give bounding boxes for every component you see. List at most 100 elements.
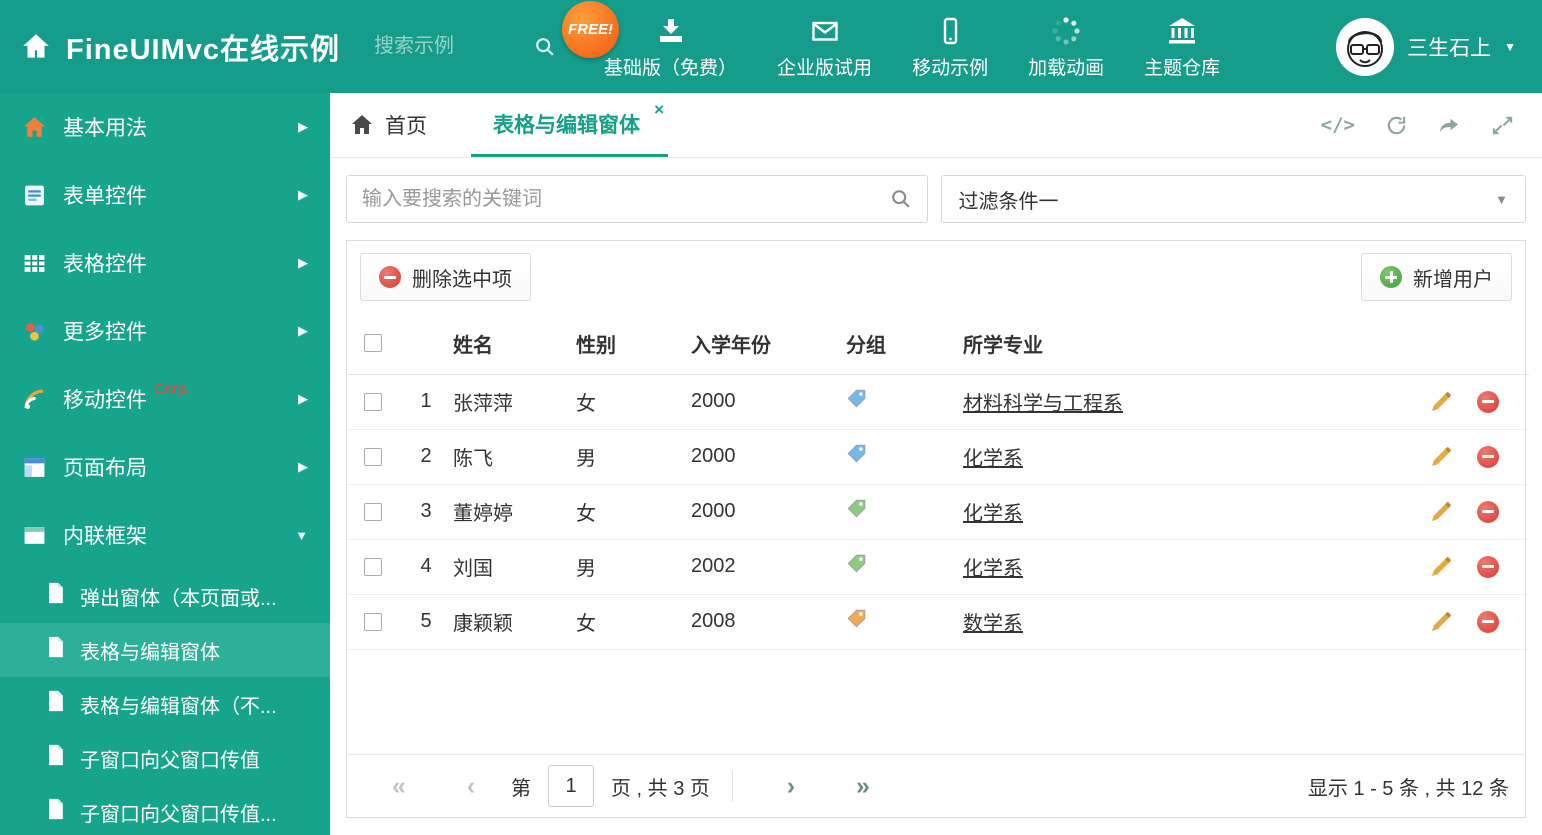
sidebar-item-grid-controls[interactable]: 表格控件 (0, 229, 330, 297)
nav-label: 企业版试用 (777, 57, 873, 79)
last-page-button[interactable] (827, 772, 899, 801)
sidebar-subitem-popup-window[interactable]: 弹出窗体（本页面或... (0, 569, 330, 623)
home-icon (22, 115, 47, 140)
forward-icon[interactable] (1438, 114, 1461, 137)
sidebar-subitem-grid-edit-window-2[interactable]: 表格与编辑窗体（不... (0, 677, 330, 731)
caret-right-icon (298, 323, 308, 339)
major-link[interactable]: 化学系 (963, 558, 1023, 580)
first-page-button[interactable] (363, 772, 435, 801)
nav-item-enterprise-trial[interactable]: 企业版试用 (777, 14, 872, 80)
nav-item-theme-store[interactable]: 主题仓库 (1144, 14, 1220, 80)
sidebar-item-mobile-controls[interactable]: 移动控件 Corp. (0, 365, 330, 433)
col-number (399, 313, 453, 375)
col-year: 入学年份 (691, 313, 846, 375)
refresh-icon[interactable] (1385, 114, 1408, 137)
delete-icon[interactable] (1477, 610, 1499, 633)
cell-year: 2008 (691, 594, 846, 650)
edit-icon[interactable] (1429, 445, 1453, 469)
keyword-search-input[interactable] (362, 187, 890, 211)
filter-dropdown[interactable]: 过滤条件一 (940, 175, 1526, 223)
search-icon[interactable] (890, 188, 912, 210)
button-label: 新增用户 (1413, 268, 1493, 291)
page-prefix: 第 (511, 777, 531, 800)
sidebar-item-more-controls[interactable]: 更多控件 (0, 297, 330, 365)
next-page-button[interactable] (755, 772, 827, 801)
row-checkbox[interactable] (364, 557, 382, 576)
delete-selected-button[interactable]: 删除选中项 (360, 253, 531, 301)
expand-icon[interactable] (1491, 114, 1514, 137)
major-link[interactable]: 化学系 (963, 448, 1023, 470)
tag-icon (846, 498, 867, 519)
row-number: 2 (399, 429, 453, 485)
row-checkbox[interactable] (364, 392, 382, 411)
main-content: 首页 表格与编辑窗体 × </> 输入要搜索的关键词 过滤条件一 ▼ 删除选中项… (330, 93, 1542, 835)
tab-grid-edit-window[interactable]: 表格与编辑窗体 (471, 93, 668, 157)
filter-row: 过滤条件一 (330, 158, 1542, 223)
sidebar-subitem-grid-edit-window[interactable]: 表格与编辑窗体 (0, 623, 330, 677)
tab-home[interactable]: 首页 (350, 93, 427, 157)
frame-icon (22, 523, 47, 548)
nav-item-mobile-demo[interactable]: 移动示例 (912, 14, 988, 80)
edit-icon[interactable] (1429, 500, 1453, 524)
edit-icon[interactable] (1429, 610, 1453, 634)
divider (731, 771, 733, 801)
sidebar-subitem-child-to-parent[interactable]: 子窗口向父窗口传值 (0, 731, 330, 785)
header-search-input[interactable] (374, 35, 525, 58)
download-icon (656, 14, 686, 46)
cell-name: 张萍萍 (453, 374, 576, 430)
nav-item-basic-edition[interactable]: FREE! 基础版（免费） (562, 0, 738, 80)
nav-item-loading-animations[interactable]: 加载动画 (1028, 14, 1104, 80)
tag-icon (846, 443, 867, 464)
cell-gender: 男 (576, 429, 691, 485)
code-icon[interactable] (1321, 114, 1355, 136)
edit-icon[interactable] (1429, 555, 1453, 579)
controls-icon (22, 319, 47, 344)
close-icon[interactable] (654, 100, 664, 120)
sidebar-item-basic-usage[interactable]: 基本用法 (0, 93, 330, 161)
tab-bar: 首页 表格与编辑窗体 (330, 93, 1542, 158)
user-avatar (1336, 17, 1395, 76)
delete-icon[interactable] (1477, 555, 1499, 578)
sidebar-item-label: 表格控件 (63, 253, 147, 276)
cell-name: 董婷婷 (453, 484, 576, 540)
sidebar-item-label: 移动控件 (63, 389, 147, 412)
delete-icon[interactable] (1477, 500, 1499, 523)
tag-icon (846, 608, 867, 629)
app: FineUIMvc在线示例 FREE! 基础版（免费） 企业版试用 (0, 0, 1542, 835)
cell-gender: 女 (576, 374, 691, 430)
top-header: FineUIMvc在线示例 FREE! 基础版（免费） 企业版试用 (0, 0, 1542, 93)
row-checkbox[interactable] (364, 502, 382, 521)
page-suffix: 页 , 共 3 页 (611, 777, 710, 800)
user-menu[interactable]: 三生石上 (1336, 17, 1542, 76)
row-checkbox[interactable] (364, 612, 382, 631)
layout: 基本用法 表单控件 表格控件 更多 (0, 93, 1542, 835)
major-link[interactable]: 化学系 (963, 503, 1023, 525)
delete-icon[interactable] (1477, 445, 1499, 468)
brand[interactable]: FineUIMvc在线示例 (0, 26, 340, 68)
edit-icon[interactable] (1429, 390, 1453, 414)
row-checkbox[interactable] (364, 447, 382, 466)
mobile-signal-icon (22, 387, 47, 412)
tab-tools (1321, 93, 1542, 157)
tab-label: 首页 (385, 115, 427, 138)
select-all-checkbox[interactable] (364, 334, 382, 353)
sidebar-item-page-layout[interactable]: 页面布局 (0, 433, 330, 501)
page-number-input[interactable] (548, 765, 594, 807)
major-link[interactable]: 材料科学与工程系 (963, 393, 1123, 415)
prev-page-button[interactable] (435, 772, 507, 801)
add-user-button[interactable]: 新增用户 (1361, 253, 1512, 301)
sidebar-item-inline-frame[interactable]: 内联框架 (0, 501, 330, 569)
sidebar-item-form-controls[interactable]: 表单控件 (0, 161, 330, 229)
row-number: 5 (399, 594, 453, 650)
sidebar-subitem-label: 表格与编辑窗体（不... (80, 695, 277, 718)
search-icon[interactable] (534, 36, 556, 58)
table-row: 5 康颖颖 女 2008 数学系 (347, 594, 1529, 650)
grid-table: 姓名 性别 入学年份 分组 所学专业 1 张萍萍 女 2000 材料科学与工程系… (347, 313, 1529, 650)
delete-icon[interactable] (1477, 390, 1499, 413)
cell-gender: 男 (576, 539, 691, 595)
major-link[interactable]: 数学系 (963, 613, 1023, 635)
spinner-icon (1051, 14, 1081, 46)
sidebar-subitem-child-to-parent-2[interactable]: 子窗口向父窗口传值... (0, 785, 330, 835)
plus-circle-icon (1380, 266, 1402, 288)
nav-label: 基础版（免费） (604, 57, 738, 79)
